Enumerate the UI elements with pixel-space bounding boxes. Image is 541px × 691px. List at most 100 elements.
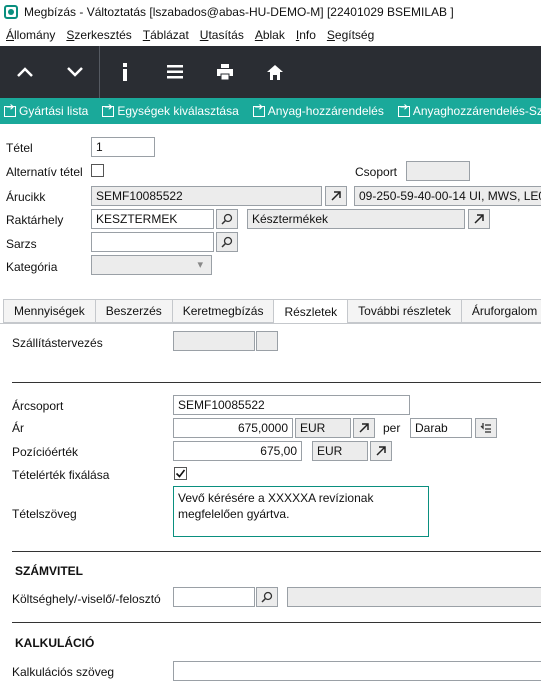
tab-divider bbox=[0, 323, 541, 324]
tetelertek-fixalasa-checkbox[interactable] bbox=[174, 467, 187, 480]
kalkulacio-heading: KALKULÁCIÓ bbox=[15, 636, 95, 650]
tetel-label: Tétel bbox=[6, 141, 33, 155]
tetelertek-fixalasa-label: Tételérték fixálása bbox=[12, 468, 110, 482]
menu-bar: Állomány Szerkesztés Táblázat Utasítás A… bbox=[0, 24, 541, 46]
chevron-down-icon bbox=[66, 67, 83, 77]
raktarhely-open-button[interactable] bbox=[468, 209, 490, 229]
list-button[interactable] bbox=[150, 46, 200, 98]
koltseghely-description bbox=[287, 587, 541, 607]
list-icon bbox=[167, 65, 183, 79]
pozicio-currency-field[interactable]: EUR bbox=[312, 441, 368, 461]
csoport-field[interactable] bbox=[406, 161, 470, 181]
link-arrow-icon bbox=[4, 102, 16, 117]
pozicioertek-field[interactable]: 675,00 bbox=[173, 441, 302, 461]
szallitastervezes-label: Szállítástervezés bbox=[12, 336, 103, 350]
sarzs-label: Sarzs bbox=[6, 237, 37, 251]
toolbar bbox=[0, 46, 541, 98]
menu-ablak[interactable]: Ablak bbox=[255, 28, 285, 42]
search-icon bbox=[221, 236, 233, 248]
tab-mennyisegek[interactable]: Mennyiségek bbox=[3, 299, 95, 323]
arucikk-field[interactable]: SEMF10085522 bbox=[91, 186, 322, 206]
link-arrow-icon bbox=[397, 102, 410, 117]
raktarhely-label: Raktárhely bbox=[6, 213, 64, 227]
link-arrow-icon bbox=[252, 102, 265, 117]
section-divider bbox=[12, 622, 541, 623]
ar-unit-button[interactable] bbox=[475, 418, 497, 438]
app-icon bbox=[4, 5, 18, 19]
open-link-icon bbox=[331, 191, 341, 201]
next-button[interactable] bbox=[50, 46, 100, 98]
chevron-up-icon bbox=[17, 67, 33, 77]
action-egysegek-kivalasztasa[interactable]: Egységek kiválasztása bbox=[102, 102, 239, 118]
kategoria-select[interactable] bbox=[91, 255, 212, 275]
kategoria-label: Kategória bbox=[6, 260, 58, 274]
action-anyag-hozzarendeles[interactable]: Anyag-hozzárendelés bbox=[252, 102, 384, 118]
window-title: Megbízás - Változtatás [lszabados@abas-H… bbox=[24, 5, 454, 19]
tab-aruforgalom[interactable]: Áruforgalom bbox=[460, 299, 541, 323]
tab-bar: Mennyiségek Beszerzés Keretmegbízás Rész… bbox=[3, 299, 541, 324]
menu-szerkesztes[interactable]: Szerkesztés bbox=[66, 28, 131, 42]
info-icon bbox=[123, 63, 127, 81]
tab-tovabbi-reszletek[interactable]: További részletek bbox=[347, 299, 461, 323]
arucikk-description: 09-250-59-40-00-14 UI, MWS, LE0- bbox=[354, 186, 541, 206]
menu-tablazat[interactable]: Táblázat bbox=[143, 28, 189, 42]
kalkulacios-szoveg-field[interactable] bbox=[173, 661, 541, 681]
ar-currency-field[interactable]: EUR bbox=[295, 418, 351, 438]
section-divider bbox=[12, 382, 541, 383]
alternativ-checkbox[interactable] bbox=[91, 164, 104, 177]
tab-keretmegbizas[interactable]: Keretmegbízás bbox=[171, 299, 274, 323]
section-divider bbox=[12, 551, 541, 552]
sarzs-search-button[interactable] bbox=[216, 232, 238, 252]
szamvitel-heading: SZÁMVITEL bbox=[15, 564, 83, 578]
open-link-icon bbox=[376, 446, 386, 456]
koltseghely-label: Költséghely/-viselő/-felosztó bbox=[12, 592, 161, 606]
szallitastervezes-field[interactable] bbox=[173, 331, 255, 351]
ar-unit-field[interactable]: Darab bbox=[410, 418, 472, 438]
tab-reszletek[interactable]: Részletek bbox=[273, 299, 348, 324]
prev-button[interactable] bbox=[0, 46, 50, 98]
checkmark-icon bbox=[175, 469, 186, 478]
ar-field[interactable]: 675,0000 bbox=[173, 418, 293, 438]
arcsoport-label: Árcsoport bbox=[12, 399, 64, 413]
arcsoport-field[interactable]: SEMF10085522 bbox=[173, 395, 410, 415]
link-arrow-icon bbox=[102, 102, 115, 117]
tetel-field[interactable]: 1 bbox=[91, 137, 155, 157]
szallitastervezes-button[interactable] bbox=[256, 331, 278, 351]
action-gyartasi-lista[interactable]: Gyártási lista bbox=[4, 102, 88, 118]
ar-label: Ár bbox=[12, 421, 24, 435]
arucikk-label: Árucikk bbox=[6, 190, 46, 204]
window-title-bar: Megbízás - Változtatás [lszabados@abas-H… bbox=[0, 0, 541, 24]
search-icon bbox=[261, 591, 273, 603]
alternativ-label: Alternatív tétel bbox=[6, 165, 83, 179]
tetelszoveg-label: Tételszöveg bbox=[12, 507, 77, 521]
pozicio-currency-open-button[interactable] bbox=[370, 441, 392, 461]
print-button[interactable] bbox=[200, 46, 250, 98]
raktarhely-description: Késztermékek bbox=[247, 209, 465, 229]
tetelszoveg-textarea[interactable]: Vevő kérésére a XXXXXA revízionak megfel… bbox=[173, 486, 429, 537]
printer-icon bbox=[217, 64, 233, 80]
action-bar: Gyártási lista Egységek kiválasztása Any… bbox=[0, 98, 541, 124]
koltseghely-search-button[interactable] bbox=[256, 587, 278, 607]
raktarhely-field[interactable]: KESZTERMEK bbox=[91, 209, 214, 229]
action-anyaghozzarendeles-sze[interactable]: Anyaghozzárendelés-Sze bbox=[397, 102, 541, 118]
kalkulacios-szoveg-label: Kalkulációs szöveg bbox=[12, 665, 115, 679]
home-icon bbox=[267, 64, 283, 80]
menu-allomany[interactable]: Állomány bbox=[6, 28, 55, 42]
open-link-icon bbox=[474, 214, 484, 224]
ar-currency-open-button[interactable] bbox=[353, 418, 375, 438]
sarzs-field[interactable] bbox=[91, 232, 214, 252]
tab-beszerzes[interactable]: Beszerzés bbox=[94, 299, 172, 323]
raktarhely-search-button[interactable] bbox=[216, 209, 238, 229]
info-button[interactable] bbox=[100, 46, 150, 98]
arucikk-open-button[interactable] bbox=[325, 186, 347, 206]
csoport-label: Csoport bbox=[355, 165, 398, 179]
menu-segitseg[interactable]: Segítség bbox=[327, 28, 374, 42]
koltseghely-field[interactable] bbox=[173, 587, 255, 607]
per-label: per bbox=[383, 421, 401, 435]
pozicioertek-label: Pozícióérték bbox=[12, 445, 79, 459]
search-icon bbox=[221, 213, 233, 225]
menu-info[interactable]: Info bbox=[296, 28, 316, 42]
menu-utasitas[interactable]: Utasítás bbox=[200, 28, 244, 42]
swap-icon bbox=[480, 423, 491, 433]
home-button[interactable] bbox=[250, 46, 300, 98]
